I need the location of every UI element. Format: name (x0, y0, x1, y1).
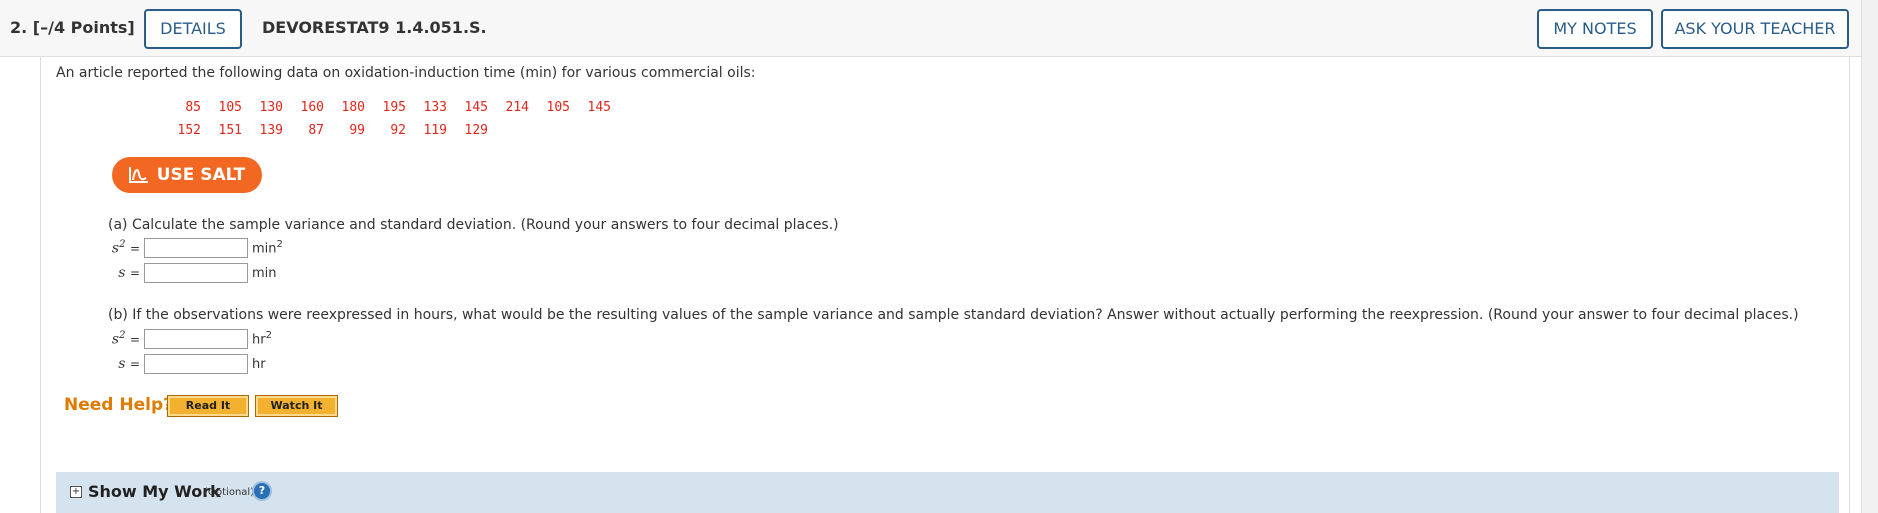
chart-icon (128, 167, 148, 183)
plus-box-icon[interactable]: + (70, 486, 82, 498)
data-row-2: 152 151 139 87 99 92 119 129 (160, 123, 488, 138)
question-number: 2. [–/4 Points] (10, 18, 135, 37)
data-value: 145 (464, 100, 488, 115)
data-value: 195 (382, 100, 406, 115)
data-value: 151 (218, 123, 242, 138)
equals-sign: = (129, 332, 140, 347)
data-value: 139 (259, 123, 283, 138)
my-notes-button[interactable]: MY NOTES (1537, 9, 1653, 49)
data-value: 99 (349, 123, 365, 138)
data-value: 85 (185, 100, 201, 115)
use-salt-label: USE SALT (156, 165, 246, 185)
question-number-text: 2. (10, 18, 28, 37)
sd-symbol: s (118, 356, 126, 372)
variance-unit-text: min (252, 241, 277, 257)
variance-hours-unit: hr2 (252, 330, 272, 347)
question-points: [–/4 Points] (32, 18, 135, 37)
variance-unit: min2 (252, 239, 283, 256)
data-value: 105 (218, 100, 242, 115)
equals-sign: = (129, 357, 140, 371)
sd-symbol: s (118, 265, 126, 281)
variance-input[interactable] (144, 238, 248, 258)
data-value: 214 (505, 100, 529, 115)
sd-hours-unit: hr (252, 356, 266, 372)
data-value: 133 (423, 100, 447, 115)
data-value: 129 (464, 123, 488, 138)
data-value: 145 (587, 100, 611, 115)
page-scrollbar[interactable] (1861, 0, 1878, 513)
sd-unit: min (252, 265, 277, 281)
need-help-label: Need Help? (64, 395, 173, 415)
show-my-work-bar[interactable]: + Show My Work (Optional) ? (56, 472, 1839, 513)
data-value: 180 (341, 100, 365, 115)
variance-exponent: 2 (119, 239, 126, 251)
sd-label: s = (108, 356, 140, 372)
part-b-sd-row: s = hr (108, 354, 266, 374)
variance-hours-unit-text: hr (252, 332, 266, 348)
data-value: 130 (259, 100, 283, 115)
variance-label: s2 = (108, 330, 140, 348)
data-value: 119 (423, 123, 447, 138)
details-button[interactable]: DETAILS (144, 9, 242, 49)
sd-hours-input[interactable] (144, 354, 248, 374)
ask-your-teacher-button[interactable]: ASK YOUR TEACHER (1661, 9, 1849, 49)
variance-hours-input[interactable] (144, 329, 248, 349)
question-code: DEVORESTAT9 1.4.051.S. (262, 18, 487, 37)
sd-label: s = (108, 265, 140, 281)
data-row-1: 85 105 130 160 180 195 133 145 214 105 1… (160, 100, 611, 115)
sd-input[interactable] (144, 263, 248, 283)
variance-unit-exponent: 2 (276, 239, 283, 251)
help-circle-icon[interactable]: ? (254, 483, 270, 499)
variance-label: s2 = (108, 239, 140, 257)
question-intro: An article reported the following data o… (56, 65, 756, 81)
watch-it-button[interactable]: Watch It (255, 395, 338, 417)
data-value: 92 (390, 123, 406, 138)
part-a-prompt: (a) Calculate the sample variance and st… (108, 217, 839, 233)
data-value: 160 (300, 100, 324, 115)
question-header: 2. [–/4 Points] DETAILS DEVORESTAT9 1.4.… (0, 0, 1862, 57)
part-a-sd-row: s = min (108, 263, 277, 283)
data-value: 152 (177, 123, 201, 138)
use-salt-button[interactable]: USE SALT (112, 157, 262, 193)
show-my-work-label: Show My Work (88, 482, 221, 501)
equals-sign: = (129, 241, 140, 256)
equals-sign: = (129, 266, 140, 280)
variance-hours-unit-exponent: 2 (265, 330, 272, 342)
part-a-variance-row: s2 = min2 (108, 238, 283, 258)
data-value: 105 (546, 100, 570, 115)
optional-label: (Optional) (204, 487, 255, 498)
part-b-variance-row: s2 = hr2 (108, 329, 272, 349)
part-b-prompt: (b) If the observations were reexpressed… (108, 307, 1799, 323)
variance-exponent: 2 (119, 330, 126, 342)
data-value: 87 (308, 123, 324, 138)
read-it-button[interactable]: Read It (167, 395, 249, 417)
